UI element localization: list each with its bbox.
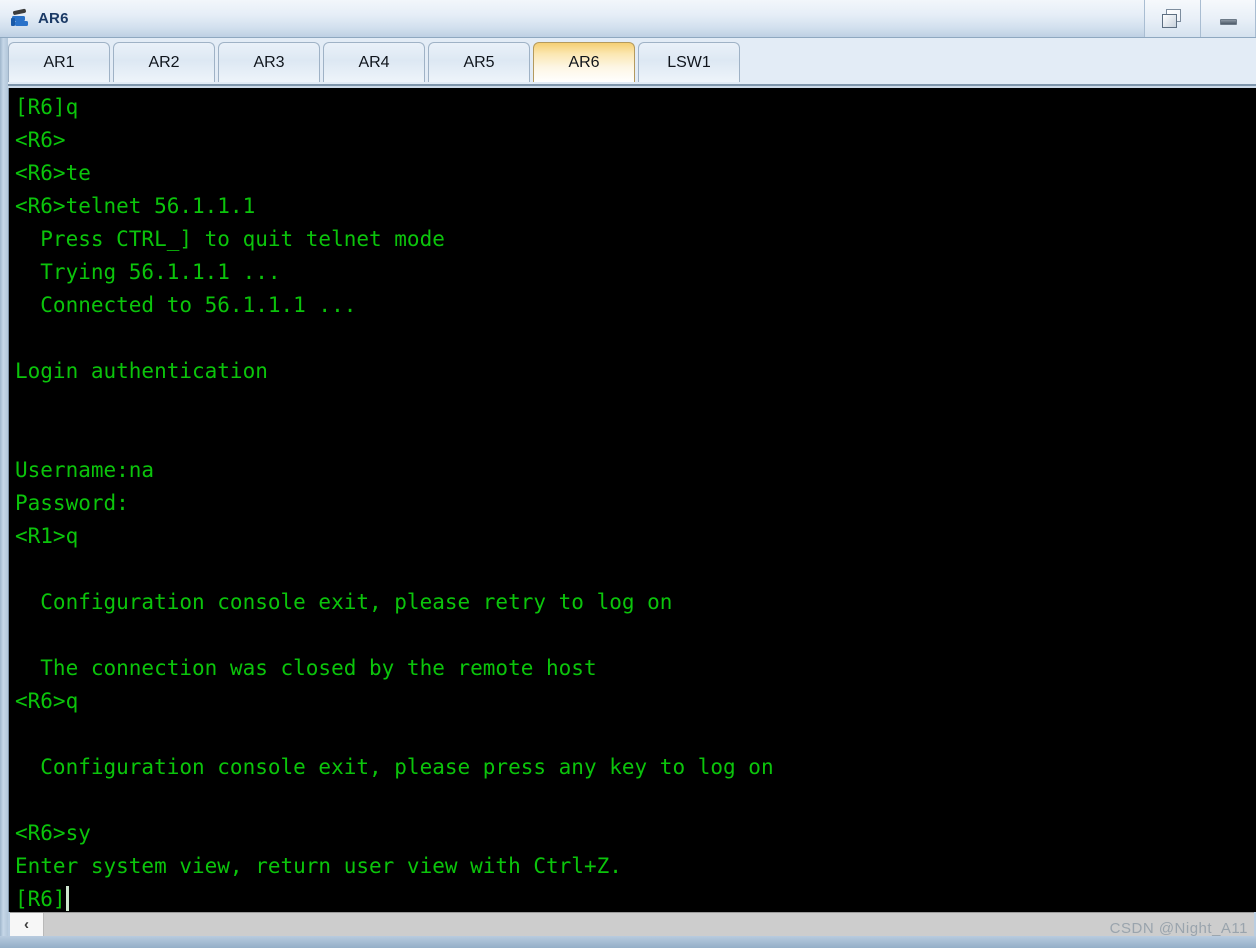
scroll-left-button[interactable]: ‹ — [10, 913, 44, 936]
terminal-panel[interactable]: [R6]q <R6> <R6>te <R6>telnet 56.1.1.1 Press… — [8, 88, 1256, 912]
terminal-line: Password: — [15, 491, 129, 515]
terminal-line: <R1>q — [15, 524, 79, 548]
tab-label: AR5 — [463, 53, 495, 71]
emulator-window: AR6 AR1 AR2 AR3 AR4 AR5 AR6 LSW1 [R6]q <R… — [0, 0, 1256, 948]
terminal-line: Login authentication — [15, 359, 268, 383]
terminal-output: [R6]q <R6> <R6>te <R6>telnet 56.1.1.1 Press… — [9, 88, 1256, 912]
terminal-line: <R6>te — [15, 161, 91, 185]
tab-ar3[interactable]: AR3 — [218, 42, 320, 82]
title-bar: AR6 — [0, 0, 1256, 38]
restore-button[interactable] — [1144, 0, 1200, 37]
tab-label: LSW1 — [667, 53, 711, 71]
device-tab-strip: AR1 AR2 AR3 AR4 AR5 AR6 LSW1 — [0, 38, 1256, 86]
window-bottom-border — [0, 936, 1256, 948]
terminal-line: Enter system view, return user view with… — [15, 854, 622, 878]
terminal-line: Username:na — [15, 458, 155, 482]
tab-lsw1[interactable]: LSW1 — [638, 42, 740, 82]
tab-label: AR4 — [358, 53, 390, 71]
tab-label: AR6 — [568, 53, 600, 71]
terminal-line: Configuration console exit, please press… — [15, 755, 774, 779]
tab-label: AR3 — [253, 53, 285, 71]
terminal-line: <R6>sy — [15, 821, 91, 845]
window-title: AR6 — [38, 10, 69, 27]
title-bar-left: AR6 — [0, 0, 69, 37]
tab-label: AR2 — [148, 53, 180, 71]
tab-ar5[interactable]: AR5 — [428, 42, 530, 82]
tab-ar2[interactable]: AR2 — [113, 42, 215, 82]
tab-label: AR1 — [43, 53, 75, 71]
terminal-line: <R6>telnet 56.1.1.1 — [15, 194, 256, 218]
terminal-line: [R6]q — [15, 95, 79, 119]
terminal-line: <R6> — [15, 128, 66, 152]
terminal-line: <R6>q — [15, 689, 79, 713]
horizontal-scrollbar[interactable]: ‹ — [10, 912, 1254, 936]
window-controls — [1144, 0, 1256, 37]
restore-icon — [1161, 8, 1184, 29]
router-icon — [10, 8, 32, 30]
scrollbar-track[interactable] — [44, 913, 1254, 936]
minimize-button[interactable] — [1200, 0, 1256, 37]
minimize-icon — [1219, 18, 1237, 25]
terminal-line: Press CTRL_] to quit telnet mode — [15, 227, 445, 251]
tab-ar6[interactable]: AR6 — [533, 42, 635, 82]
terminal-line: Configuration console exit, please retry… — [15, 590, 673, 614]
window-left-border — [0, 38, 8, 948]
terminal-line: The connection was closed by the remote … — [15, 656, 597, 680]
text-cursor — [65, 886, 69, 911]
terminal-line: Connected to 56.1.1.1 ... — [15, 293, 357, 317]
terminal-line: [R6] — [15, 883, 1256, 912]
terminal-line: Trying 56.1.1.1 ... — [15, 260, 281, 284]
tab-ar4[interactable]: AR4 — [323, 42, 425, 82]
tab-ar1[interactable]: AR1 — [8, 42, 110, 82]
